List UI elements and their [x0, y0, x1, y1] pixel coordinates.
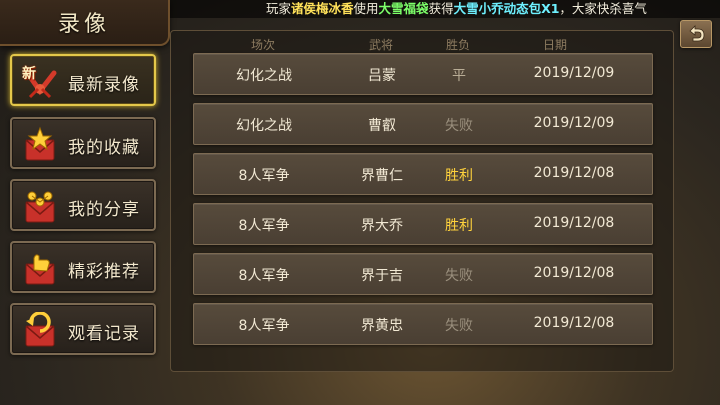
thumbs-up-envelope-icon — [25, 254, 55, 285]
marquee-part: ，大家快杀喜气 — [559, 1, 647, 16]
row-general: 界于吉 — [361, 268, 403, 284]
table-header: 场次 武将 胜负 日期 — [171, 31, 673, 53]
new-badge-icon: 新 — [20, 63, 60, 99]
row-result: 胜利 — [445, 168, 473, 184]
row-mode: 8人军争 — [238, 218, 290, 234]
marquee-part: 玩家 — [266, 1, 292, 16]
star-envelope-icon — [25, 126, 55, 161]
row-general: 界曹仁 — [361, 168, 403, 184]
sidebar-item-label: 我的收藏 — [68, 138, 140, 158]
row-mode: 幻化之战 — [236, 118, 292, 134]
table-row[interactable]: 8人军争 界于吉 失败 2019/12/08 — [193, 253, 653, 295]
column-header-match: 场次 — [250, 38, 276, 52]
table-row[interactable]: 8人军争 界大乔 胜利 2019/12/08 — [193, 203, 653, 245]
table-row[interactable]: 8人军争 界黄忠 失败 2019/12/08 — [193, 303, 653, 345]
marquee-part: 大雪小乔动态包X1 — [453, 1, 560, 16]
row-general: 吕蒙 — [368, 68, 396, 84]
new-badge-label: 新 — [22, 66, 36, 82]
row-date: 2019/12/08 — [533, 265, 615, 281]
sidebar-item-label: 最新录像 — [68, 75, 140, 95]
row-mode: 8人军争 — [238, 168, 290, 184]
history-envelope-icon — [25, 312, 55, 347]
sidebar-item-label: 观看记录 — [68, 324, 140, 344]
marquee-part: 获得 — [428, 1, 454, 16]
announcement-marquee: 玩家诸侯梅冰香使用大雪福袋获得大雪小乔动态包X1，大家快杀喜气 — [170, 0, 720, 18]
sidebar-item-recommended[interactable]: 精彩推荐 — [10, 241, 156, 293]
row-general: 界黄忠 — [361, 318, 403, 334]
table-row[interactable]: 幻化之战 吕蒙 平 2019/12/09 — [193, 53, 653, 95]
marquee-part: 使用 — [353, 1, 379, 16]
sidebar-item-latest[interactable]: 新 最新录像 — [10, 54, 156, 106]
row-result: 平 — [452, 68, 466, 84]
row-result: 失败 — [445, 318, 473, 334]
row-date: 2019/12/08 — [533, 215, 615, 231]
table-row[interactable]: 8人军争 界曹仁 胜利 2019/12/08 — [193, 153, 653, 195]
back-button[interactable] — [680, 20, 712, 48]
row-general: 曹叡 — [368, 118, 396, 134]
row-date: 2019/12/09 — [533, 65, 615, 81]
share-envelope-icon — [25, 191, 55, 223]
row-mode: 8人军争 — [238, 318, 290, 334]
column-header-result: 胜负 — [445, 38, 471, 52]
title-plate: 录像 — [0, 0, 170, 46]
column-header-general: 武将 — [368, 38, 394, 52]
row-mode: 8人军争 — [238, 268, 290, 284]
row-date: 2019/12/08 — [533, 165, 615, 181]
replay-table: 场次 武将 胜负 日期 幻化之战 吕蒙 平 2019/12/09 幻化之战 曹叡… — [170, 30, 674, 372]
row-mode: 幻化之战 — [236, 68, 292, 84]
page-title: 录像 — [58, 12, 111, 37]
marquee-part: 诸侯梅冰香 — [291, 1, 354, 16]
sidebar-item-favorites[interactable]: 我的收藏 — [10, 117, 156, 169]
sidebar-item-shares[interactable]: 我的分享 — [10, 179, 156, 231]
row-result: 胜利 — [445, 218, 473, 234]
sidebar-item-history[interactable]: 观看记录 — [10, 303, 156, 355]
sidebar-item-label: 精彩推荐 — [68, 262, 140, 282]
sidebar-item-label: 我的分享 — [68, 200, 140, 220]
back-arrow-icon — [689, 25, 705, 42]
row-result: 失败 — [445, 118, 473, 134]
row-date: 2019/12/08 — [533, 315, 615, 331]
table-row[interactable]: 幻化之战 曹叡 失败 2019/12/09 — [193, 103, 653, 145]
row-date: 2019/12/09 — [533, 115, 615, 131]
marquee-part: 大雪福袋 — [378, 1, 429, 16]
column-header-date: 日期 — [542, 38, 568, 52]
row-result: 失败 — [445, 268, 473, 284]
row-general: 界大乔 — [361, 218, 403, 234]
